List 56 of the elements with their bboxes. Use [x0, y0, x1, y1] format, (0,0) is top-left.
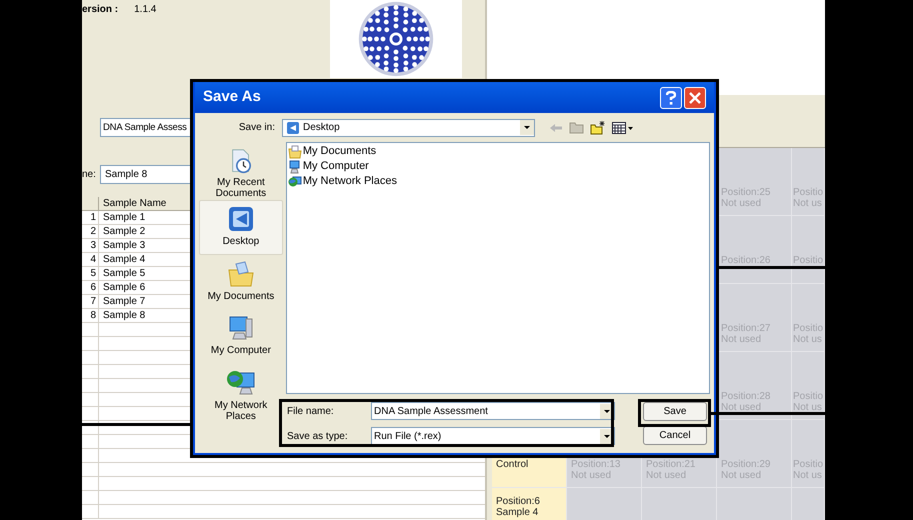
close-button[interactable]: [684, 86, 706, 108]
row-number: 8: [82, 309, 99, 322]
row-number: 4: [82, 253, 99, 266]
place-item[interactable]: Desktop: [199, 200, 283, 255]
place-item[interactable]: My Recent Documents: [199, 144, 283, 200]
file-item[interactable]: My Network Places: [286, 174, 709, 189]
dialog-button[interactable]: Cancel: [643, 426, 707, 445]
place-item[interactable]: My Computer: [199, 309, 283, 364]
save-as-type-value: Run File (*.rex): [373, 430, 442, 444]
row-number: 3: [82, 239, 99, 252]
file-name-field[interactable]: DNA Sample Assessment: [371, 402, 615, 420]
row-number: 7: [82, 295, 99, 308]
row-number: 2: [82, 225, 99, 238]
sample-label: ne:: [82, 168, 97, 182]
cell-text: Control: [496, 459, 530, 470]
help-button[interactable]: [660, 86, 682, 108]
folder-icon: [226, 260, 255, 288]
cell-text: Position:6: [496, 496, 541, 507]
desktop-icon: [286, 120, 300, 134]
save-in-label: Save in:: [238, 121, 276, 135]
table-cell: Sample 4: [103, 254, 146, 265]
save-as-type-dropdown[interactable]: Run File (*.rex): [371, 427, 615, 445]
row-number: 6: [82, 281, 99, 294]
computer-icon: [288, 160, 302, 174]
computer-icon: [226, 314, 255, 342]
view-menu-icon[interactable]: [612, 122, 634, 134]
new-folder-icon[interactable]: [590, 120, 606, 135]
file-item[interactable]: My Documents: [286, 144, 709, 159]
close-icon: [689, 92, 701, 104]
row-number: 1: [82, 211, 99, 224]
globe-computer-icon: [226, 368, 256, 397]
dialog-button[interactable]: Save: [643, 402, 707, 421]
cell-text: Sample 4: [496, 507, 540, 518]
place-item[interactable]: My Network Places: [199, 364, 283, 432]
table-cell: Sample 3: [103, 240, 146, 251]
table-cell: Sample 8: [103, 310, 146, 321]
table-cell: Sample 6: [103, 282, 146, 293]
save-as-type-label: Save as type:: [287, 430, 349, 444]
table-cell: Sample 7: [103, 296, 146, 307]
table-cell: Sample 5: [103, 268, 146, 279]
save-in-value: Desktop: [303, 121, 341, 135]
row-number: 5: [82, 267, 99, 280]
version-value: 1.1.4: [134, 3, 156, 17]
version-label: ersion :: [82, 3, 118, 17]
table-cell: Sample 1: [103, 212, 146, 223]
file-name-label: File name:: [287, 404, 335, 418]
save-in-dropdown[interactable]: Desktop: [282, 118, 535, 136]
desktop-icon: [226, 205, 255, 233]
column-header: Sample Name: [102, 197, 168, 210]
file-name-value: DNA Sample Assessment: [373, 404, 489, 418]
globe-computer-icon: [288, 174, 302, 188]
file-item[interactable]: My Computer: [286, 159, 709, 174]
table-cell: Sample 2: [103, 226, 146, 237]
place-item[interactable]: My Documents: [199, 254, 283, 310]
window-title: Save As: [203, 87, 262, 108]
help-icon: [666, 90, 676, 104]
